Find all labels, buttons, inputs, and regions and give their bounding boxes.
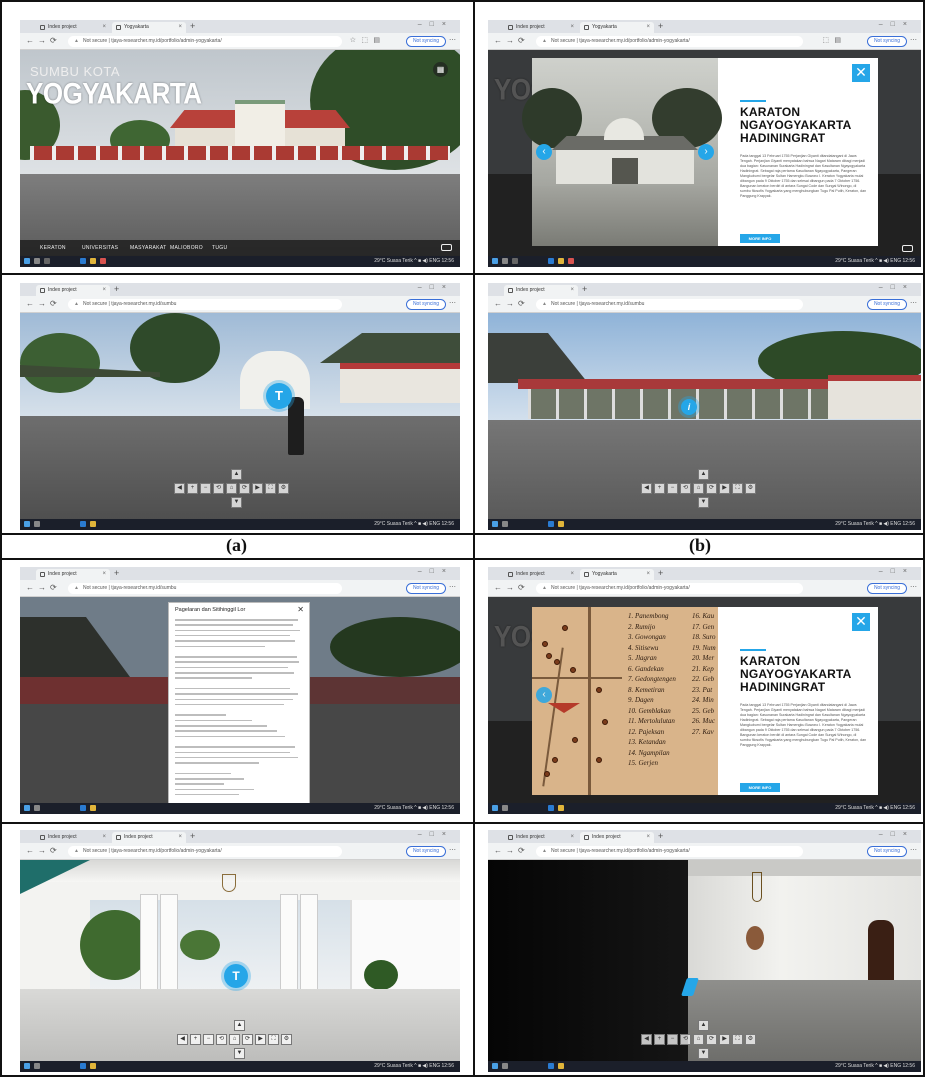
figure-grid: Index project × Yogyakarta × + –□× ← → ⟳ ▲… [0, 0, 925, 1077]
grid-frame [0, 0, 925, 1077]
